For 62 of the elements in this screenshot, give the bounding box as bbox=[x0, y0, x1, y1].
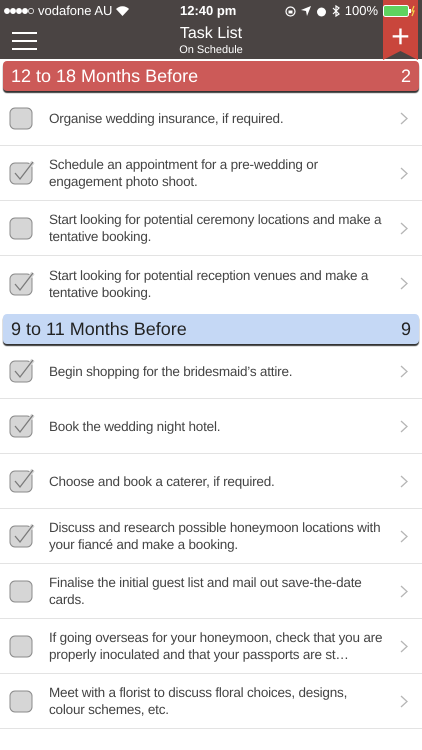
task-row[interactable]: Meet with a florist to discuss floral choices, designs, colour schemes, etc. bbox=[0, 674, 422, 729]
status-time: 12:40 pm bbox=[180, 2, 236, 20]
checkbox[interactable] bbox=[9, 215, 35, 241]
task-row[interactable]: Start looking for potential reception venues and make a tentative booking. bbox=[0, 256, 422, 311]
task-text: Begin shopping for the bridesmaid’s attire. bbox=[49, 362, 294, 380]
location-icon bbox=[300, 6, 311, 16]
nav-subtitle: On Schedule bbox=[179, 42, 243, 56]
checked-checkbox[interactable] bbox=[9, 523, 35, 549]
task-text: Book the wedding night hotel. bbox=[49, 418, 222, 434]
checked-checkbox[interactable] bbox=[9, 413, 35, 439]
section-title: 9 to 11 Months Before bbox=[11, 318, 187, 340]
task-text: Finalise the initial guest list and mail out save-the-date cards. bbox=[49, 574, 363, 608]
task-row[interactable]: Book the wedding night hotel. bbox=[0, 399, 422, 454]
battery-icon bbox=[383, 5, 415, 17]
chevron-icon bbox=[400, 694, 408, 708]
checked-checkbox[interactable] bbox=[9, 468, 35, 494]
checked-checkbox[interactable] bbox=[9, 160, 35, 186]
task-text: Start looking for potential reception venues and make a tentative booking. bbox=[49, 266, 370, 300]
section-header[interactable]: 12 to 18 Months Before 2 bbox=[3, 61, 419, 91]
checkbox[interactable] bbox=[9, 633, 35, 659]
signal-icon bbox=[4, 8, 34, 14]
section-count: 9 bbox=[400, 318, 411, 340]
task-row[interactable]: Discuss and research possible honeymoon locations with your fiancé and make a booking. bbox=[0, 509, 422, 564]
checked-checkbox[interactable] bbox=[9, 270, 35, 296]
section-title: 12 to 18 Months Before bbox=[11, 64, 198, 88]
task-row[interactable]: Begin shopping for the bridesmaid’s attire. bbox=[0, 344, 422, 399]
chevron-icon bbox=[400, 584, 408, 598]
task-text: Discuss and research possible honeymoon locations with your fiancé and make a booking. bbox=[49, 519, 382, 553]
chevron-icon bbox=[400, 112, 408, 124]
checked-checkbox[interactable] bbox=[9, 358, 35, 384]
task-text: Meet with a florist to discuss floral choices, designs, colour schemes, etc. bbox=[49, 684, 348, 718]
checkbox[interactable] bbox=[9, 578, 35, 604]
battery-percent: 100% bbox=[344, 2, 378, 20]
section-count: 2 bbox=[400, 64, 411, 88]
checkbox[interactable] bbox=[9, 688, 35, 714]
chevron-icon bbox=[400, 364, 408, 378]
chevron-icon bbox=[400, 530, 408, 542]
chevron-icon bbox=[400, 640, 408, 652]
chevron-icon bbox=[400, 166, 408, 180]
task-text: Schedule an appointment for a pre-wedding or engagement photo shoot. bbox=[49, 156, 319, 190]
task-text: Choose and book a caterer, if required. bbox=[49, 472, 276, 490]
task-text: Organise wedding insurance, if required. bbox=[49, 110, 284, 126]
bluetooth-icon bbox=[332, 5, 340, 17]
nav-title: Task List bbox=[180, 24, 242, 42]
task-row[interactable]: Schedule an appointment for a pre-wedding or engagement photo shoot. bbox=[0, 146, 422, 201]
task-row[interactable]: If going overseas for your honeymoon, check that you are properly inoculated and that your passports are st… bbox=[0, 619, 422, 674]
chevron-icon bbox=[400, 474, 408, 488]
carrier-name: vodafone AU bbox=[38, 2, 112, 20]
wifi-icon bbox=[116, 6, 130, 16]
chevron-icon bbox=[400, 222, 408, 234]
lock-rotation-icon bbox=[284, 6, 296, 16]
task-row[interactable]: Finalise the initial guest list and mail out save-the-date cards. bbox=[0, 564, 422, 619]
task-row[interactable]: Organise wedding insurance, if required. bbox=[0, 91, 422, 146]
checkbox[interactable] bbox=[9, 105, 35, 131]
menu-button[interactable] bbox=[12, 30, 37, 52]
task-text: Start looking for potential ceremony locations and make a tentative booking. bbox=[49, 211, 382, 245]
task-row[interactable]: Start looking for potential ceremony locations and make a tentative booking. bbox=[0, 201, 422, 256]
chevron-icon bbox=[400, 420, 408, 432]
section-header[interactable]: 9 to 11 Months Before 9 bbox=[3, 314, 419, 344]
task-text: If going overseas for your honeymoon, check that you are properly inoculated and that your passports are st… bbox=[49, 629, 384, 663]
chevron-icon bbox=[400, 277, 408, 290]
task-row[interactable]: Choose and book a caterer, if required. bbox=[0, 454, 422, 509]
